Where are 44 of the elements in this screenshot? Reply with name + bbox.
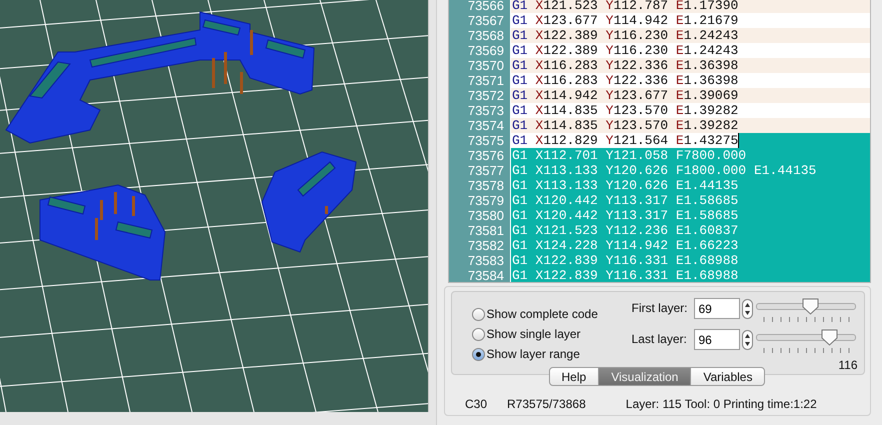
- column-indicator: C30: [465, 397, 488, 411]
- stepper-icon[interactable]: [742, 330, 752, 350]
- line-number: 73577: [449, 163, 511, 178]
- line-number: 73580: [449, 208, 511, 223]
- layer-slider[interactable]: [756, 298, 856, 315]
- tab[interactable]: Variables: [690, 367, 766, 386]
- slider-thumb[interactable]: [821, 329, 838, 346]
- radio-label: Show single layer: [486, 327, 581, 341]
- line-number: 73583: [449, 253, 511, 268]
- radio-button[interactable]: [472, 308, 484, 320]
- line-number: 73584: [449, 268, 511, 282]
- field-label: First layer:: [632, 300, 689, 315]
- line-number: 73567: [449, 13, 511, 28]
- layer-slider[interactable]: [756, 329, 856, 346]
- layer-input-field[interactable]: 69: [694, 298, 740, 319]
- status-info: Layer: 115 Tool: 0 Printing time:1:22: [626, 397, 817, 411]
- radio-label: Show layer range: [486, 347, 580, 361]
- gcode-editor[interactable]: [448, 0, 871, 283]
- max-layer-reading: 116: [838, 358, 858, 372]
- line-number: 73574: [449, 118, 511, 133]
- line-number: 73581: [449, 223, 511, 238]
- tab[interactable]: Help: [548, 367, 600, 386]
- line-number: 73571: [449, 73, 511, 88]
- field-label: Last layer:: [632, 331, 688, 346]
- radio-label: Show complete code: [486, 307, 598, 321]
- 3d-print-preview[interactable]: [0, 0, 429, 412]
- line-number: 73578: [449, 178, 511, 193]
- stepper-icon[interactable]: [742, 298, 752, 318]
- radio-button[interactable]: [472, 328, 484, 340]
- line-number: 73579: [449, 193, 511, 208]
- line-number: 73568: [449, 28, 511, 43]
- line-number: 73572: [449, 88, 511, 103]
- layer-input-field[interactable]: 96: [694, 329, 740, 350]
- tab[interactable]: Visualization: [598, 367, 692, 386]
- slider-thumb[interactable]: [802, 298, 819, 315]
- line-number: 73573: [449, 103, 511, 118]
- line-number: 73582: [449, 238, 511, 253]
- line-number: 73570: [449, 58, 511, 73]
- line-number: 73576: [449, 148, 511, 163]
- radio-button[interactable]: [472, 348, 484, 360]
- line-number: 73569: [449, 43, 511, 58]
- line-number: 73566: [449, 0, 511, 13]
- row-indicator: R73575/73868: [507, 397, 586, 411]
- line-number: 73575: [449, 133, 511, 148]
